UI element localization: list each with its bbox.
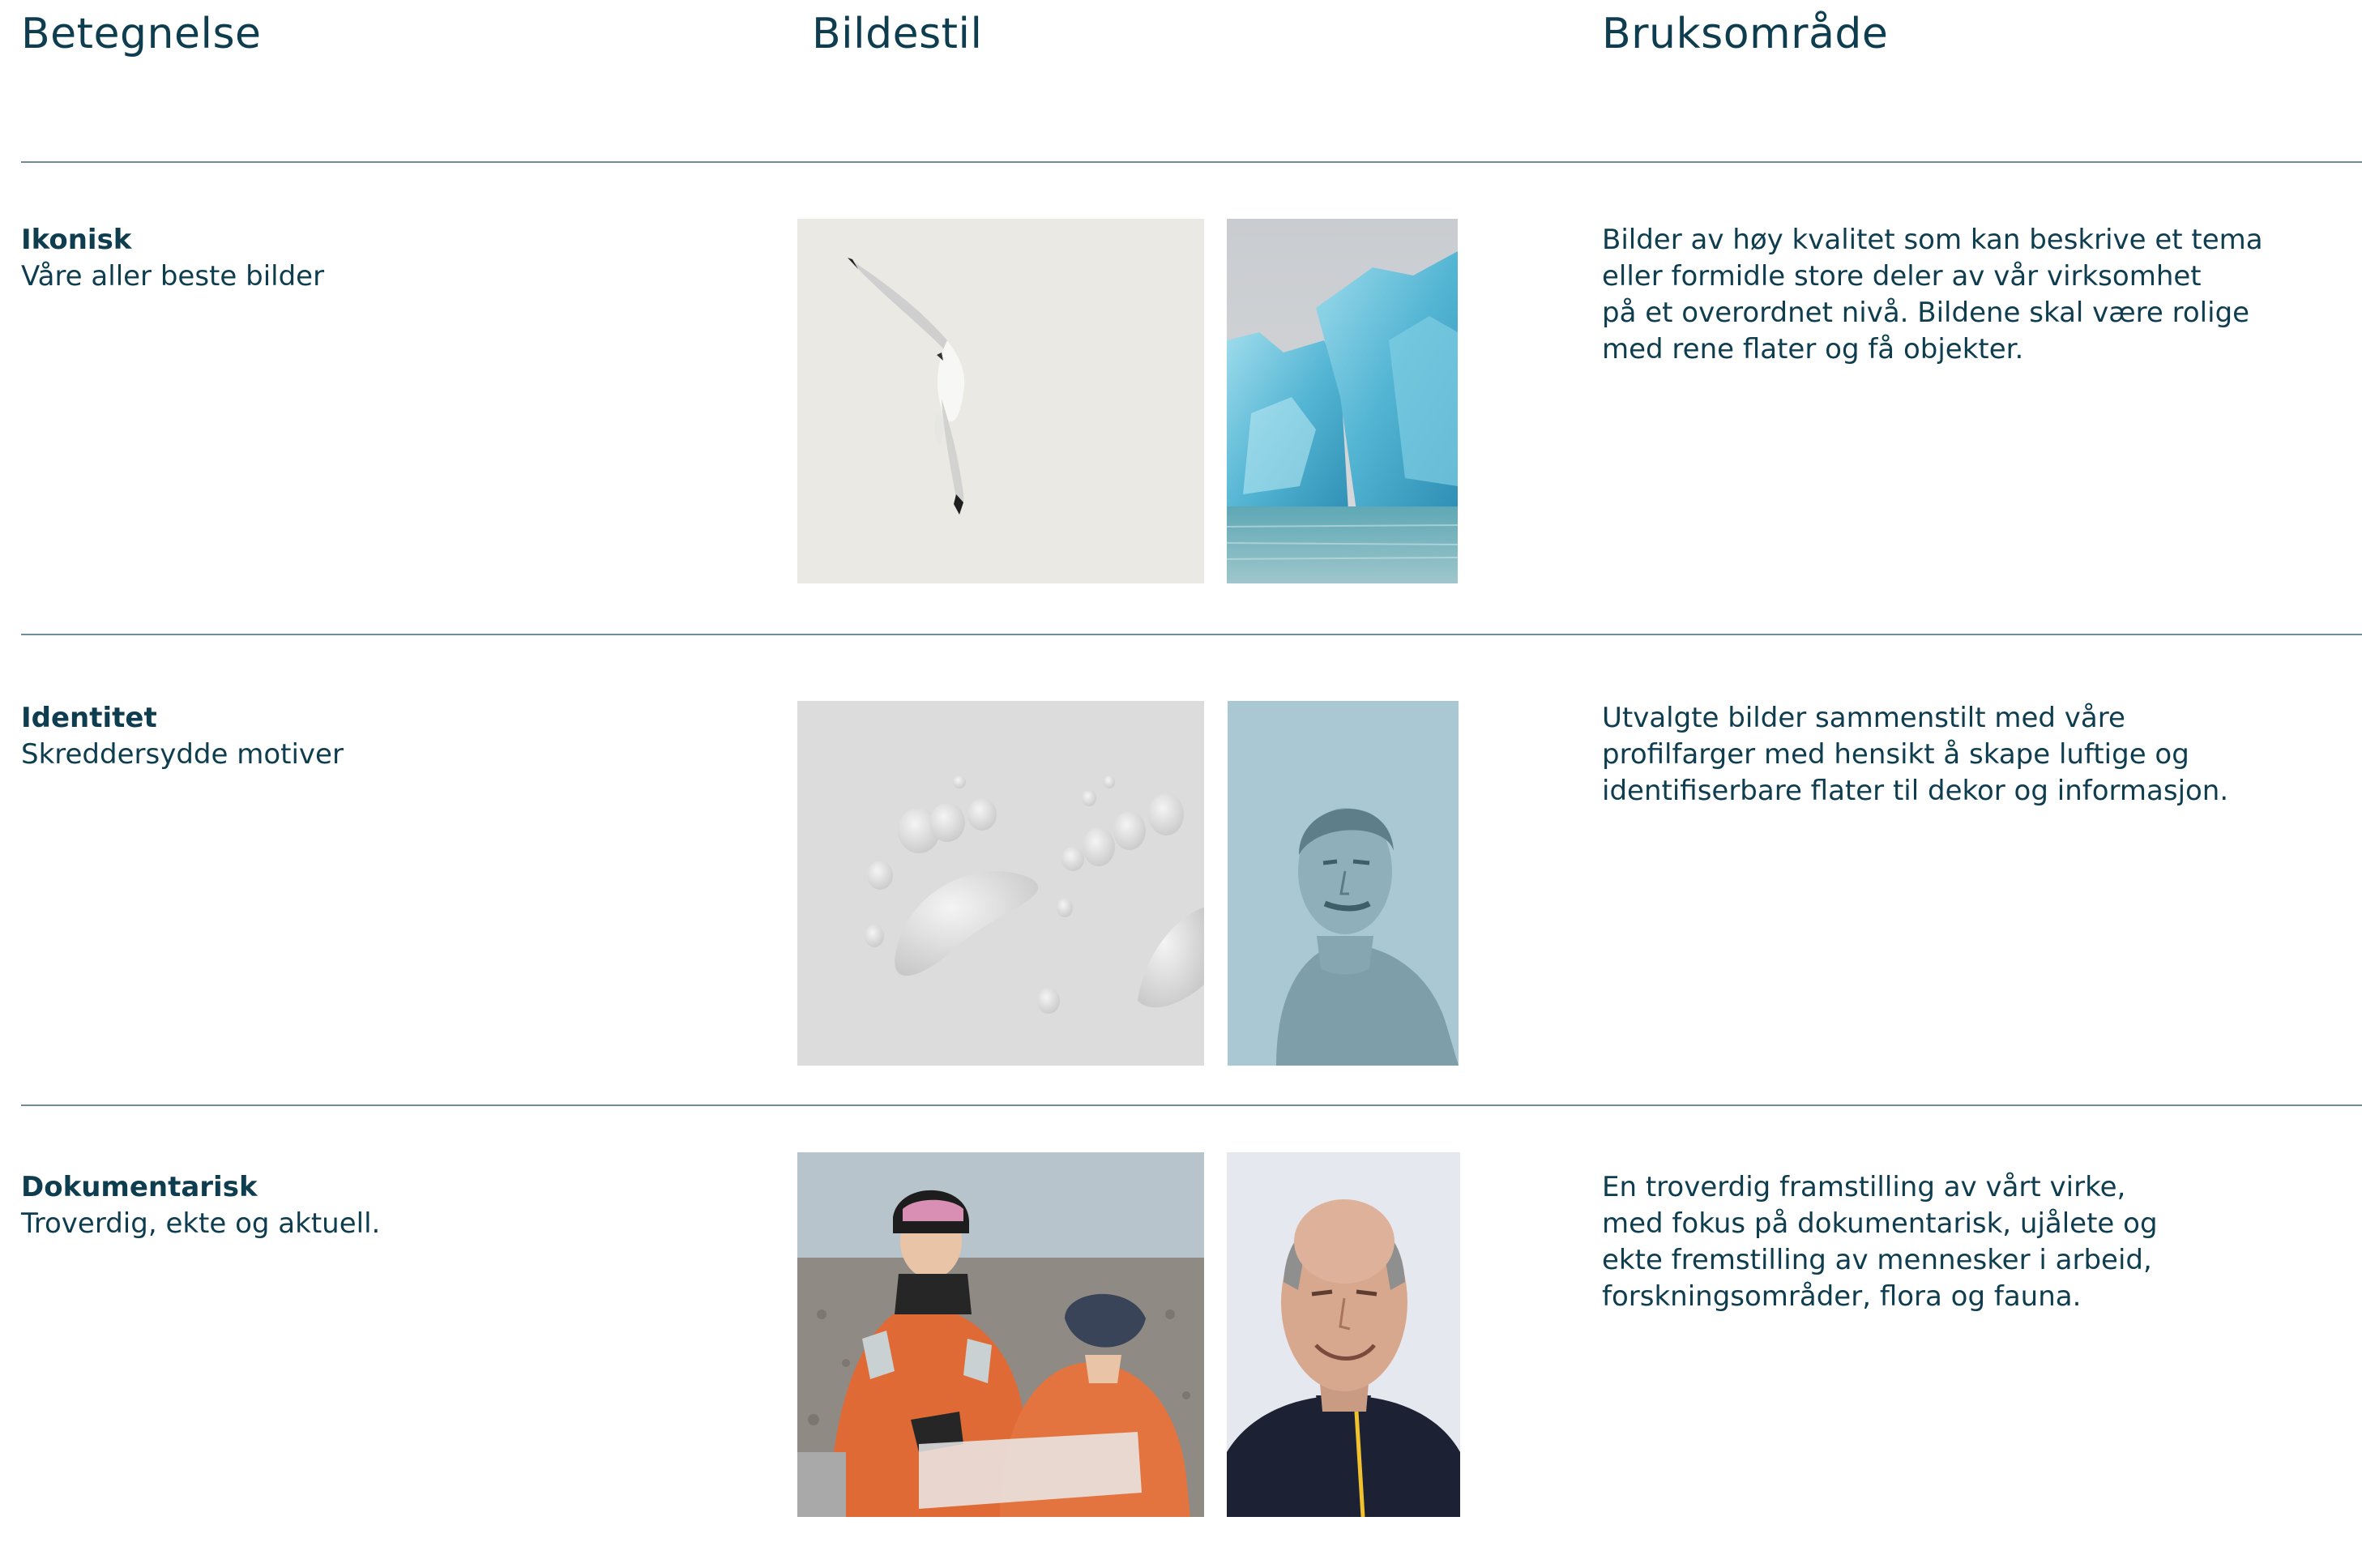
photo-blue-iceberg: [1227, 219, 1458, 583]
divider: [21, 1104, 2362, 1106]
photo-polar-bear-tracks-in-snow: [797, 701, 1204, 1066]
photo-seabird-in-flight: [797, 219, 1204, 583]
description-line: Bilder av høy kvalitet som kan beskrive …: [1602, 224, 2263, 256]
row-title: Identitet: [21, 702, 157, 734]
description-line: identifiserbare flater til dekor og info…: [1602, 775, 2229, 807]
description-line: profilfarger med hensikt å skape luftige…: [1602, 738, 2189, 771]
row-title: Ikonisk: [21, 224, 132, 256]
description-line: med rene flater og få objekter.: [1602, 333, 2024, 365]
photo-portrait-smiling-man: [1227, 1152, 1460, 1517]
photo-researchers-in-orange-suits: [797, 1152, 1204, 1517]
row-subtitle: Skreddersydde motiver: [21, 738, 344, 771]
row-dokumentarisk-description: En troverdig framstilling av vårt virke,…: [1602, 1169, 2331, 1315]
description-line: En troverdig framstilling av vårt virke,: [1602, 1171, 2126, 1203]
divider: [21, 161, 2362, 163]
divider: [21, 634, 2362, 635]
description-line: eller formidle store deler av vår virkso…: [1602, 260, 2202, 293]
header-bildestil: Bildestil: [812, 10, 983, 58]
description-line: på et overordnet nivå. Bildene skal være…: [1602, 297, 2250, 329]
description-line: med fokus på dokumentarisk, ujålete og: [1602, 1207, 2158, 1240]
row-title: Dokumentarisk: [21, 1171, 258, 1203]
description-line: forskningsområder, flora og fauna.: [1602, 1280, 2082, 1313]
row-dokumentarisk-label: Dokumentarisk Troverdig, ekte og aktuell…: [21, 1169, 380, 1242]
row-subtitle: Troverdig, ekte og aktuell.: [21, 1207, 381, 1240]
header-bruksomrade: Bruksområde: [1602, 10, 1889, 58]
description-line: Utvalgte bilder sammenstilt med våre: [1602, 702, 2125, 734]
photo-tinted-historic-portrait: [1228, 701, 1459, 1066]
header-betegnelse: Betegnelse: [21, 10, 262, 58]
row-identitet-label: Identitet Skreddersydde motiver: [21, 700, 344, 773]
description-line: ekte fremstilling av mennesker i arbeid,: [1602, 1244, 2152, 1276]
row-ikonisk-description: Bilder av høy kvalitet som kan beskrive …: [1602, 222, 2331, 368]
row-ikonisk-label: Ikonisk Våre aller beste bilder: [21, 222, 324, 295]
row-subtitle: Våre aller beste bilder: [21, 260, 325, 293]
row-identitet-description: Utvalgte bilder sammenstilt med våre pro…: [1602, 700, 2331, 810]
